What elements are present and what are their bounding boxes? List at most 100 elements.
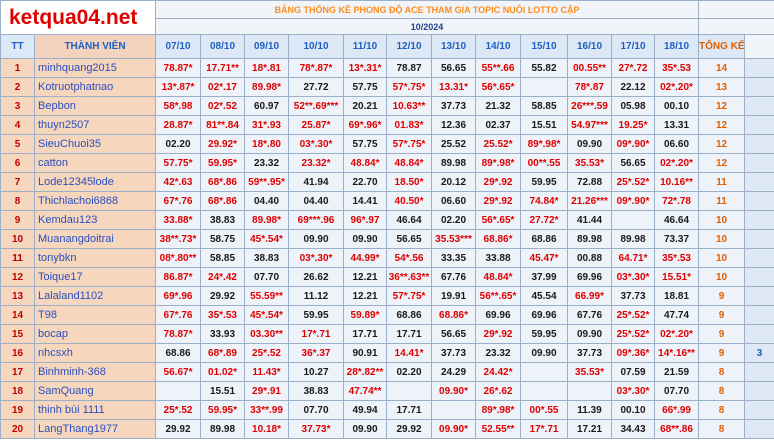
- score-cell: 72.88: [567, 172, 613, 192]
- score-cell: 07.70: [654, 381, 700, 401]
- score-cell: 52**.69***: [288, 96, 345, 116]
- score-cell: 29*.92: [475, 191, 522, 211]
- score-cell: 67*.76: [155, 191, 202, 211]
- score-cell: 78.87: [386, 58, 433, 78]
- member-name[interactable]: Kotruotphatnao: [33, 77, 157, 97]
- score-cell: 29.92: [200, 286, 246, 306]
- score-cell: 68*.86: [200, 191, 246, 211]
- table-row: 5 SieuChuoi35 02.20 29.92* 18*.80 03*.30* 57.7…: [0, 134, 774, 154]
- score-cell: 25*.52: [244, 343, 290, 363]
- score-cell: 29.92: [155, 419, 202, 439]
- score-cell: 58*.98: [155, 96, 202, 116]
- score-cell: 69*.96*: [343, 115, 388, 135]
- row-number: 2: [0, 77, 35, 97]
- score-cell: 07.70: [244, 267, 290, 287]
- score-cell: 41.44: [567, 210, 613, 230]
- col-header-date: 13/10: [431, 34, 477, 59]
- score-cell: 67*.76: [155, 305, 202, 325]
- score-cell: 11.43*: [244, 362, 290, 382]
- row-number: 18: [0, 381, 35, 401]
- member-name[interactable]: nhcsxh: [33, 343, 157, 363]
- score-cell: 17.71**: [200, 58, 246, 78]
- score-cell: 67.76: [431, 267, 477, 287]
- score-cell: 37.73: [431, 343, 477, 363]
- member-name[interactable]: Kemdau123: [33, 210, 157, 230]
- score-cell: 57*.75*: [386, 77, 433, 97]
- score-cell: 18.50*: [386, 172, 433, 192]
- score-cell: 12.21: [343, 267, 388, 287]
- score-cell: 58.85: [520, 96, 569, 116]
- extra-cell: [744, 153, 774, 173]
- member-name[interactable]: thinh bùi 1111: [33, 400, 157, 420]
- score-cell: [431, 400, 477, 420]
- score-cell: 17*.71: [288, 324, 345, 344]
- total-cell: 9: [698, 305, 746, 325]
- table-row: 14 T98 67*.76 35*.53 45*.54* 59.95 59.89* 68.86…: [0, 305, 774, 325]
- member-name[interactable]: bocap: [33, 324, 157, 344]
- score-cell: 04.40: [244, 191, 290, 211]
- score-cell: 55.82: [520, 58, 569, 78]
- member-name[interactable]: SieuChuoi35: [33, 134, 157, 154]
- score-cell: 02*.20*: [654, 77, 700, 97]
- score-cell: 58.75: [200, 229, 246, 249]
- extra-cell: [744, 286, 774, 306]
- score-cell: 33.88*: [155, 210, 202, 230]
- row-number: 6: [0, 153, 35, 173]
- score-cell: 18*.81: [244, 58, 290, 78]
- score-cell: 02*.17: [200, 77, 246, 97]
- score-cell: 96*.97: [343, 210, 388, 230]
- score-cell: 17.71: [386, 324, 433, 344]
- site-logo[interactable]: ketqua04.net: [0, 0, 157, 35]
- score-cell: 25*.52*: [611, 324, 656, 344]
- score-cell: 17.71: [343, 324, 388, 344]
- score-cell: 69*.96: [155, 286, 202, 306]
- row-number: 5: [0, 134, 35, 154]
- score-cell: 15.51*: [654, 267, 700, 287]
- score-cell: 59**.95*: [244, 172, 290, 192]
- member-name[interactable]: Muanangdoitrai: [33, 229, 157, 249]
- total-cell: 12: [698, 115, 746, 135]
- member-name[interactable]: minhquang2015: [33, 58, 157, 78]
- member-name[interactable]: Binhminh-368: [33, 362, 157, 382]
- score-cell: 00**.55: [520, 153, 569, 173]
- member-name[interactable]: Lalaland1102: [33, 286, 157, 306]
- score-cell: 54.97***: [567, 115, 613, 135]
- score-cell: 56*.65*: [475, 77, 522, 97]
- score-cell: 73.37: [654, 229, 700, 249]
- member-name[interactable]: T98: [33, 305, 157, 325]
- score-cell: 86.87*: [155, 267, 202, 287]
- score-cell: 03*.30*: [288, 134, 345, 154]
- member-name[interactable]: tonybkn: [33, 248, 157, 268]
- score-cell: 56.65: [611, 153, 656, 173]
- member-name[interactable]: Thichlachoi6868: [33, 191, 157, 211]
- member-name[interactable]: Toique17: [33, 267, 157, 287]
- member-name[interactable]: LangThang1977: [33, 419, 157, 439]
- score-cell: 09.90: [567, 134, 613, 154]
- score-cell: 45.47*: [520, 248, 569, 268]
- score-cell: 19.25*: [611, 115, 656, 135]
- score-cell: 58.85: [200, 248, 246, 268]
- extra-cell: [744, 400, 774, 420]
- score-cell: 25.87*: [288, 115, 345, 135]
- score-cell: 38**.73*: [155, 229, 202, 249]
- score-cell: 10.63**: [386, 96, 433, 116]
- score-cell: 09*.90*: [611, 191, 656, 211]
- score-cell: 90.91: [343, 343, 388, 363]
- total-cell: 10: [698, 267, 746, 287]
- member-name[interactable]: Bepbon: [33, 96, 157, 116]
- score-cell: 45*.54*: [244, 305, 290, 325]
- score-cell: 54*.56: [386, 248, 433, 268]
- member-name[interactable]: Lode12345lode: [33, 172, 157, 192]
- score-cell: 37.73: [611, 286, 656, 306]
- score-cell: 78.87*: [155, 324, 202, 344]
- member-name[interactable]: thuyn2507: [33, 115, 157, 135]
- member-name[interactable]: SamQuang: [33, 381, 157, 401]
- member-name[interactable]: catton: [33, 153, 157, 173]
- score-cell: 57.75*: [155, 153, 202, 173]
- table-row: 12 Toique17 86.87* 24*.42 07.70 26.62 12.21 36*…: [0, 267, 774, 287]
- table-row: 15 bocap 78.87* 33.93 03.30** 17*.71 17.71 17.7…: [0, 324, 774, 344]
- score-cell: [567, 381, 613, 401]
- score-cell: 13*.87*: [155, 77, 202, 97]
- score-cell: 47.74: [654, 305, 700, 325]
- extra-cell: [744, 58, 774, 78]
